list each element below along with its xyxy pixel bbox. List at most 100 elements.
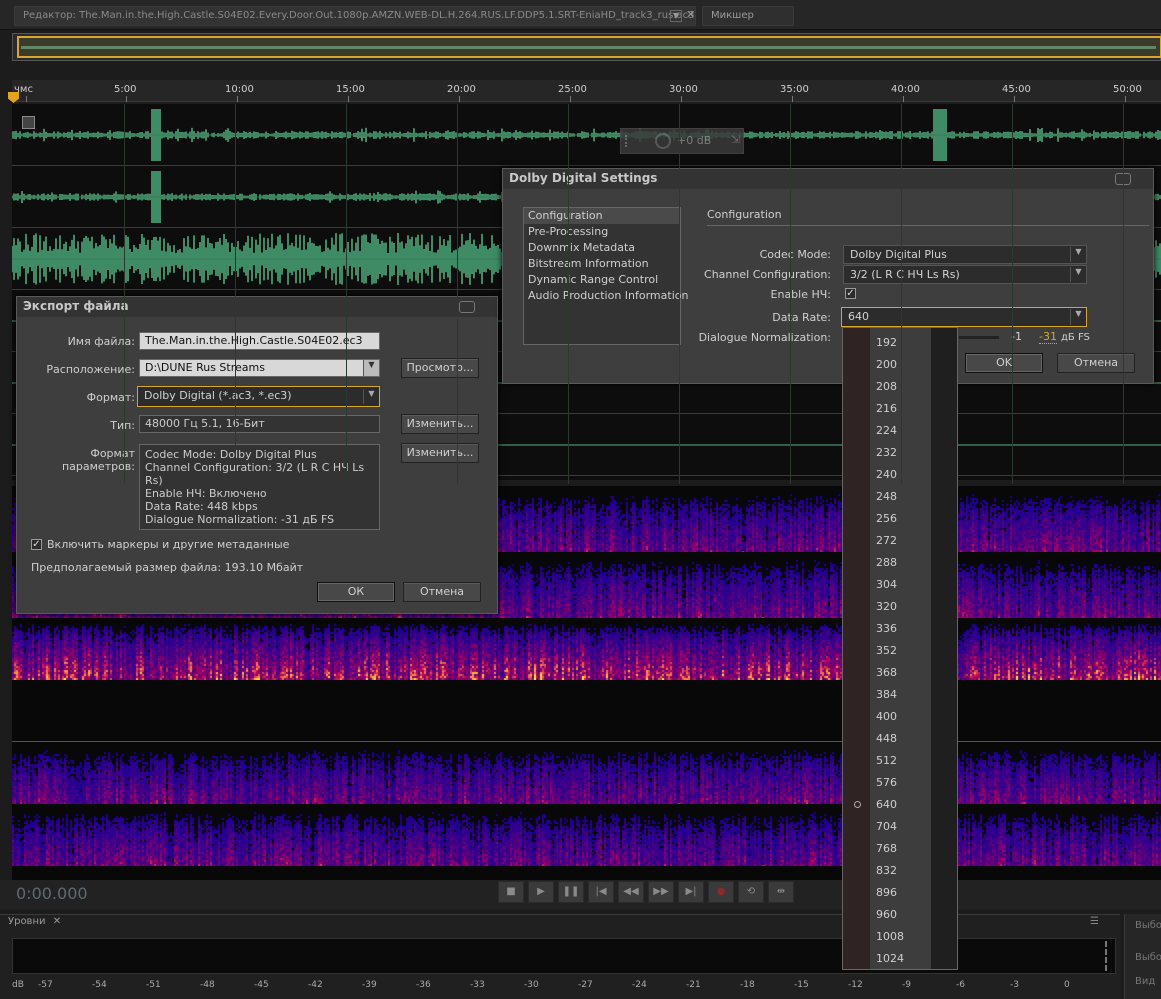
data-rate-option[interactable]: 272	[876, 530, 926, 552]
rewind-icon[interactable]: ◀◀	[618, 881, 644, 903]
dialnorm-slider[interactable]	[959, 336, 999, 339]
record-icon[interactable]: ●	[708, 881, 734, 903]
codec-mode-select[interactable]: Dolby Digital Plus ▼	[843, 245, 1087, 264]
level-scale-label: -6	[956, 980, 965, 990]
ruler-tick-mark	[237, 96, 238, 102]
level-scale-label: dB	[12, 980, 24, 990]
heading-divider	[707, 225, 1149, 226]
export-ok-button[interactable]: ОК	[317, 582, 395, 602]
ruler-tick-label: 25:00	[558, 84, 587, 95]
chevron-down-icon[interactable]: ▼	[1070, 247, 1086, 262]
data-rate-option[interactable]: 704	[876, 816, 926, 838]
data-rate-option[interactable]: 400	[876, 706, 926, 728]
data-rate-option[interactable]: 256	[876, 508, 926, 530]
ruler-tick-mark	[903, 96, 904, 102]
levels-tab[interactable]: Уровни ✕	[8, 916, 61, 927]
location-select[interactable]: D:\DUNE Rus Streams ▼	[139, 359, 380, 377]
stop-icon[interactable]: ■	[498, 881, 524, 903]
chevron-down-icon[interactable]: ▼	[363, 389, 379, 404]
settings-section-list: Configuration Pre-Processing Downmix Met…	[523, 207, 688, 345]
tab-dropdown-icon[interactable]: ▼	[670, 10, 682, 22]
overview-zoom-bar[interactable]	[12, 33, 1161, 61]
data-rate-option[interactable]: 320	[876, 596, 926, 618]
skip-start-icon[interactable]: |◀	[588, 881, 614, 903]
section-item-configuration[interactable]: Configuration	[524, 208, 680, 224]
spectral-channel[interactable]	[12, 742, 1161, 804]
ruler-tick-mark	[792, 96, 793, 102]
panel-menu-icon[interactable]: ☰	[1090, 916, 1099, 927]
tab-editor[interactable]: Редактор: The.Man.in.the.High.Castle.S04…	[14, 6, 696, 26]
data-rate-option[interactable]: 1008	[876, 926, 926, 948]
data-rate-option[interactable]: 336	[876, 618, 926, 640]
waveform-channel[interactable]	[12, 104, 1161, 166]
data-rate-option[interactable]: 576	[876, 772, 926, 794]
export-cancel-button[interactable]: Отмена	[403, 582, 481, 602]
data-rate-option[interactable]: 832	[876, 860, 926, 882]
spectral-channel[interactable]	[12, 680, 1161, 742]
enable-lfe-checkbox[interactable]: ✓	[845, 288, 856, 299]
skip-silence-icon[interactable]: ⇹	[768, 881, 794, 903]
markers-checkbox[interactable]: ✓	[31, 539, 42, 550]
time-gridline	[346, 104, 347, 484]
levels-tab-close-icon[interactable]: ✕	[53, 916, 61, 927]
data-rate-option[interactable]: 368	[876, 662, 926, 684]
level-scale-label: -48	[200, 980, 215, 990]
level-scale-label: 0	[1064, 980, 1070, 990]
change-params-button[interactable]: Изменить...	[401, 443, 479, 463]
dialnorm-unit: дБ FS	[1061, 332, 1090, 343]
chevron-down-icon[interactable]: ▼	[1070, 267, 1086, 282]
chevron-down-icon[interactable]: ▼	[363, 360, 379, 376]
data-rate-option[interactable]: 1024	[876, 948, 926, 970]
time-gridline	[235, 104, 236, 484]
pause-icon[interactable]: ❚❚	[558, 881, 584, 903]
data-rate-option[interactable]: 960	[876, 904, 926, 926]
spectral-channel[interactable]	[12, 804, 1161, 866]
ruler-tick-mark	[570, 96, 571, 102]
volume-hud[interactable]: +0 dB ⇲	[620, 128, 744, 154]
format-select[interactable]: Dolby Digital (*.ac3, *.ec3) ▼	[137, 386, 380, 407]
time-ruler[interactable]: чмс 5:00 10:00 15:00 20:00 25:00 30:00 35:00 40:…	[12, 80, 1161, 102]
ruler-tick-mark	[26, 96, 27, 102]
dolby-ok-button[interactable]: OK	[965, 353, 1043, 373]
chevron-down-icon[interactable]: ▼	[1070, 309, 1086, 325]
dialnorm-value[interactable]: -31	[1039, 330, 1057, 344]
spectral-channel[interactable]	[12, 618, 1161, 680]
data-rate-option[interactable]: 384	[876, 684, 926, 706]
browse-button[interactable]: Просмотр...	[401, 358, 479, 378]
list-scroll-gutter[interactable]	[931, 328, 957, 969]
filename-input[interactable]: The.Man.in.the.High.Castle.S04E02.ec3	[139, 332, 380, 350]
dolby-settings-dialog: Dolby Digital Settings Configuration Pre…	[502, 168, 1154, 384]
section-heading: Configuration	[707, 208, 782, 221]
channel-config-select[interactable]: 3/2 (L R C НЧ Ls Rs) ▼	[843, 265, 1087, 284]
skip-end-icon[interactable]: ▶|	[678, 881, 704, 903]
location-value: D:\DUNE Rus Streams	[145, 361, 265, 374]
ruler-tick-label: 10:00	[225, 84, 254, 95]
time-gridline	[1012, 104, 1013, 484]
export-dialog-close-icon[interactable]	[459, 301, 475, 313]
section-item-drc[interactable]: Dynamic Range Control	[524, 272, 680, 288]
data-rate-option[interactable]: 512	[876, 750, 926, 772]
volume-knob-icon[interactable]	[655, 133, 671, 149]
data-rate-option[interactable]: 896	[876, 882, 926, 904]
data-rate-option[interactable]: 248	[876, 486, 926, 508]
data-rate-option[interactable]: 448	[876, 728, 926, 750]
data-rate-select[interactable]: 640 ▼	[841, 307, 1087, 327]
section-item-production[interactable]: Audio Production Information	[524, 288, 688, 304]
pin-icon[interactable]: ⇲	[731, 133, 740, 146]
play-icon[interactable]: ▶	[528, 881, 554, 903]
loop-icon[interactable]: ⟲	[738, 881, 764, 903]
tab-close-icon[interactable]: ✕	[686, 8, 695, 21]
data-rate-option[interactable]: 640	[876, 794, 926, 816]
section-item-pre-processing[interactable]: Pre-Processing	[524, 224, 680, 240]
data-rate-option[interactable]: 304	[876, 574, 926, 596]
hud-grip-icon[interactable]	[625, 135, 635, 147]
data-rate-option[interactable]: 288	[876, 552, 926, 574]
tab-mixer[interactable]: Микшер	[702, 6, 794, 26]
section-item-downmix[interactable]: Downmix Metadata	[524, 240, 680, 256]
section-item-bitstream[interactable]: Bitstream Information	[524, 256, 680, 272]
data-rate-option[interactable]: 352	[876, 640, 926, 662]
param-line: Codec Mode: Dolby Digital Plus	[145, 448, 317, 461]
change-type-button[interactable]: Изменить...	[401, 414, 479, 434]
data-rate-option[interactable]: 768	[876, 838, 926, 860]
fast-forward-icon[interactable]: ▶▶	[648, 881, 674, 903]
